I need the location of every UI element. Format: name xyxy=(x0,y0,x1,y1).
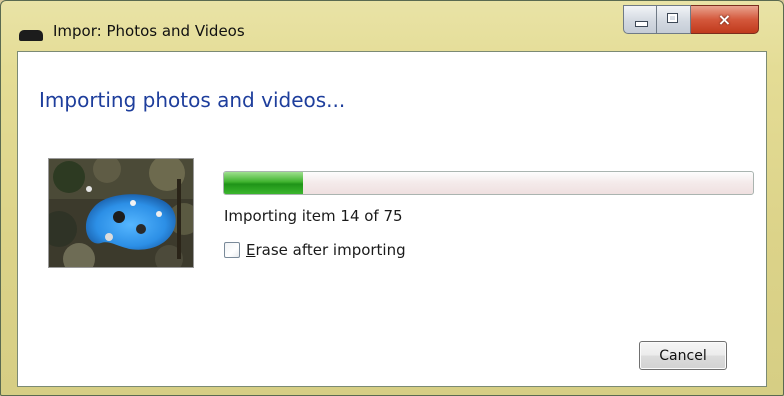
cancel-button[interactable]: Cancel xyxy=(639,341,727,370)
title-bar[interactable]: Impor: Photos and Videos × xyxy=(1,1,783,51)
progress-fill xyxy=(224,172,304,194)
app-icon xyxy=(19,30,43,41)
minimize-icon xyxy=(635,21,648,27)
import-progress-bar xyxy=(223,171,754,195)
erase-label-text: rase after importing xyxy=(255,241,406,259)
close-icon: × xyxy=(717,10,732,29)
maximize-button[interactable] xyxy=(657,5,691,34)
dialog-heading: Importing photos and videos... xyxy=(39,88,346,112)
import-window: Impor: Photos and Videos × Importing pho… xyxy=(0,0,784,396)
caption-buttons: × xyxy=(623,5,777,36)
erase-label[interactable]: Erase after importing xyxy=(246,241,406,259)
progress-status-text: Importing item 14 of 75 xyxy=(224,207,403,225)
photo-thumbnail-icon xyxy=(48,158,194,268)
window-title: Impor: Photos and Videos xyxy=(53,22,245,40)
minimize-button[interactable] xyxy=(623,5,657,34)
erase-after-importing-option[interactable]: Erase after importing xyxy=(224,241,406,259)
close-button[interactable]: × xyxy=(691,5,759,34)
erase-checkbox[interactable] xyxy=(224,242,240,258)
dialog-content: Importing photos and videos... Importing… xyxy=(17,51,767,387)
maximize-icon xyxy=(667,13,678,23)
